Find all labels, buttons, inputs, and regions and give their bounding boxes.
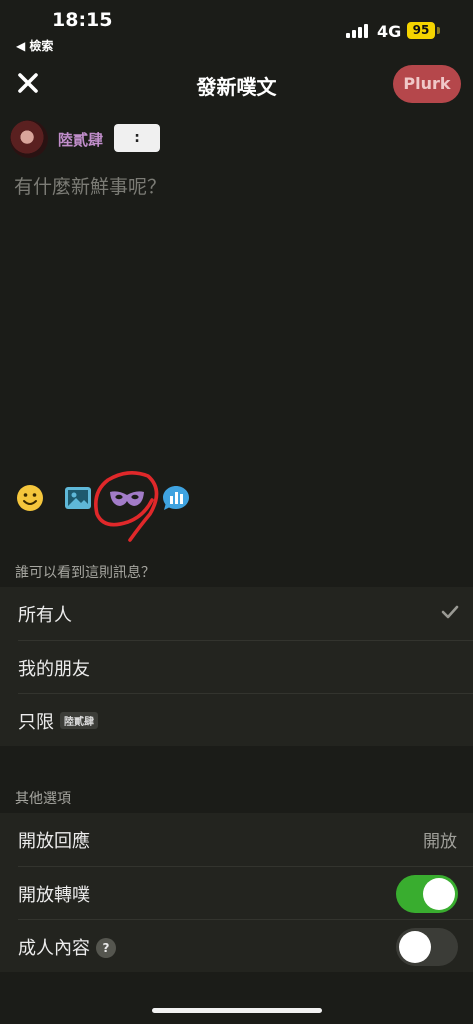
- avatar[interactable]: [10, 120, 48, 158]
- replurk-toggle[interactable]: [396, 875, 458, 913]
- poll-icon[interactable]: [161, 483, 191, 513]
- author-name: 陸貳肆: [58, 131, 104, 149]
- other-options-section-header: 其他選項: [15, 791, 71, 807]
- visibility-option-only[interactable]: 只限 陸貳肆: [0, 694, 473, 747]
- toggle-knob: [399, 931, 431, 963]
- help-icon[interactable]: ?: [96, 938, 116, 958]
- option-label: 只限 陸貳肆: [18, 708, 98, 734]
- network-type: 4G: [377, 22, 402, 41]
- emoji-icon[interactable]: [15, 483, 45, 513]
- status-bar: 18:15 ◀ 檢索 4G 95: [0, 0, 473, 56]
- compose-text-area[interactable]: 有什麼新鮮事呢？: [14, 172, 166, 199]
- option-label: 開放轉噗: [18, 885, 90, 906]
- status-time: 18:15: [52, 9, 113, 31]
- option-label: 所有人: [18, 605, 72, 626]
- battery-tip: [437, 27, 440, 34]
- home-indicator: [152, 1008, 322, 1013]
- open-responses-row[interactable]: 開放回應 開放: [0, 813, 473, 866]
- signal-icon: [346, 24, 372, 38]
- user-chip: 陸貳肆: [60, 712, 98, 729]
- qualifier-selector[interactable]: :: [114, 124, 160, 152]
- option-label-text: 只限: [18, 712, 54, 733]
- image-icon[interactable]: [63, 483, 93, 513]
- option-label: 成人內容?: [18, 934, 116, 960]
- option-label: 我的朋友: [18, 659, 90, 680]
- toggle-knob: [423, 878, 455, 910]
- allow-replurk-row: 開放轉噗: [0, 867, 473, 920]
- option-label: 開放回應: [18, 831, 90, 852]
- checkmark-icon: [441, 603, 459, 621]
- visibility-options: 所有人 我的朋友 只限 陸貳肆: [0, 587, 473, 746]
- visibility-option-friends[interactable]: 我的朋友: [0, 641, 473, 694]
- battery-icon: 95: [407, 22, 435, 39]
- battery-level: 95: [412, 23, 430, 37]
- nav-bar: 發新噗文 Plurk: [0, 62, 473, 106]
- option-value: 開放: [423, 832, 457, 852]
- visibility-option-everyone[interactable]: 所有人: [0, 587, 473, 640]
- option-label-text: 成人內容: [18, 938, 90, 959]
- back-to-search-link[interactable]: ◀ 檢索: [16, 37, 53, 54]
- other-options: 開放回應 開放 開放轉噗 成人內容?: [0, 813, 473, 972]
- annotation-circle: [92, 470, 164, 542]
- adult-content-toggle[interactable]: [396, 928, 458, 966]
- visibility-section-header: 誰可以看到這則訊息？: [15, 565, 155, 581]
- compose-toolbar: [0, 480, 473, 516]
- adult-content-row: 成人內容?: [0, 920, 473, 973]
- plurk-submit-button[interactable]: Plurk: [393, 65, 461, 103]
